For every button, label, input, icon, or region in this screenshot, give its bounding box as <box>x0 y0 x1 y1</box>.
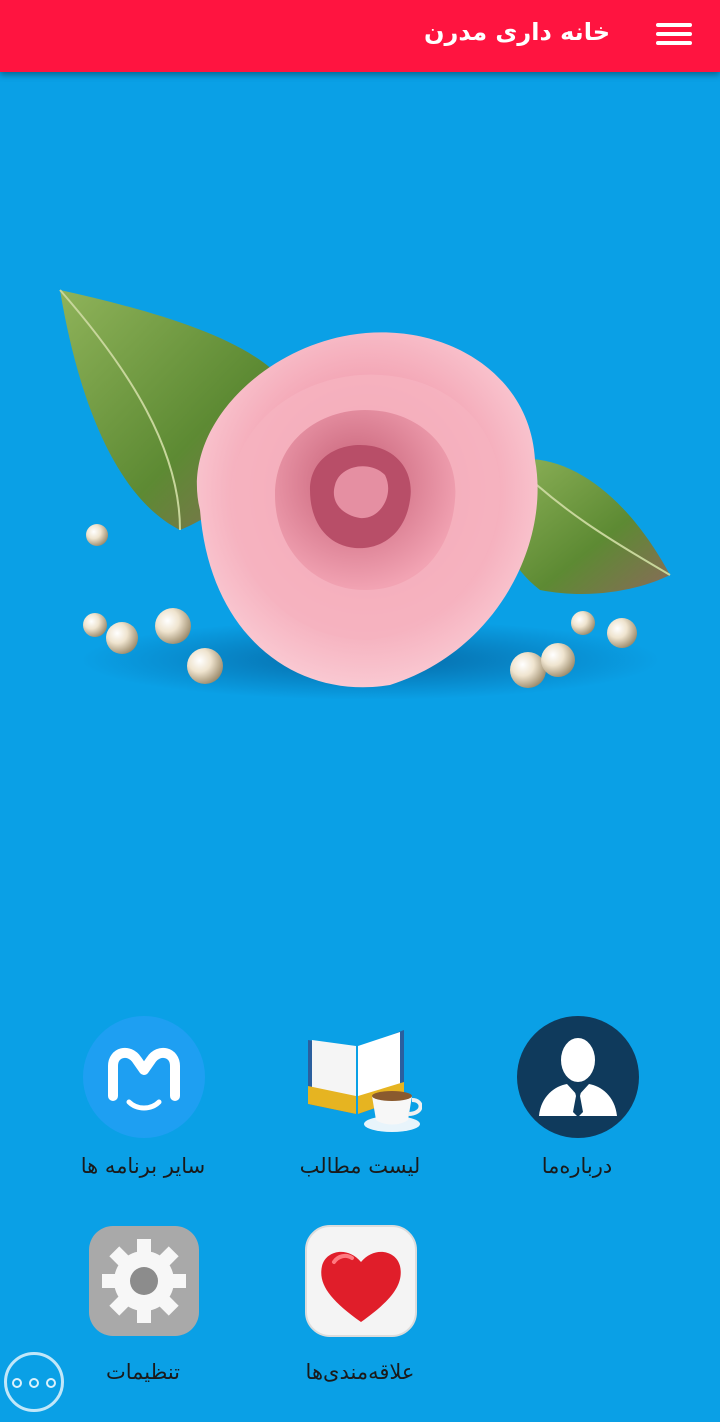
book-and-coffee-icon <box>308 1030 422 1132</box>
gear-icon <box>89 1226 199 1336</box>
heart-icon <box>305 1225 417 1337</box>
article-list-label: لیست مطالب <box>299 1154 421 1178</box>
person-avatar-icon <box>517 1016 639 1138</box>
settings-tile[interactable]: تنظیمات <box>43 1222 243 1422</box>
app-bar: خانه داری مدرن <box>0 0 720 72</box>
article-list-tile[interactable]: لیست مطالب <box>260 1016 460 1216</box>
favorites-tile[interactable]: علاقه‌مندی‌ها <box>260 1222 460 1422</box>
app-title: خانه داری مدرن <box>424 18 610 46</box>
hamburger-menu-icon[interactable] <box>656 20 692 50</box>
other-apps-label: سایر برنامه ها <box>80 1154 206 1178</box>
other-apps-tile[interactable]: سایر برنامه ها <box>43 1016 243 1216</box>
about-us-label: درباره‌ما <box>541 1154 613 1178</box>
about-us-tile[interactable]: درباره‌ما <box>477 1016 677 1216</box>
rose-hero-image <box>59 289 671 700</box>
favorites-label: علاقه‌مندی‌ها <box>305 1360 415 1384</box>
more-dots-icon[interactable] <box>4 1352 64 1412</box>
myket-logo-icon <box>83 1016 205 1138</box>
settings-label: تنظیمات <box>105 1360 181 1384</box>
